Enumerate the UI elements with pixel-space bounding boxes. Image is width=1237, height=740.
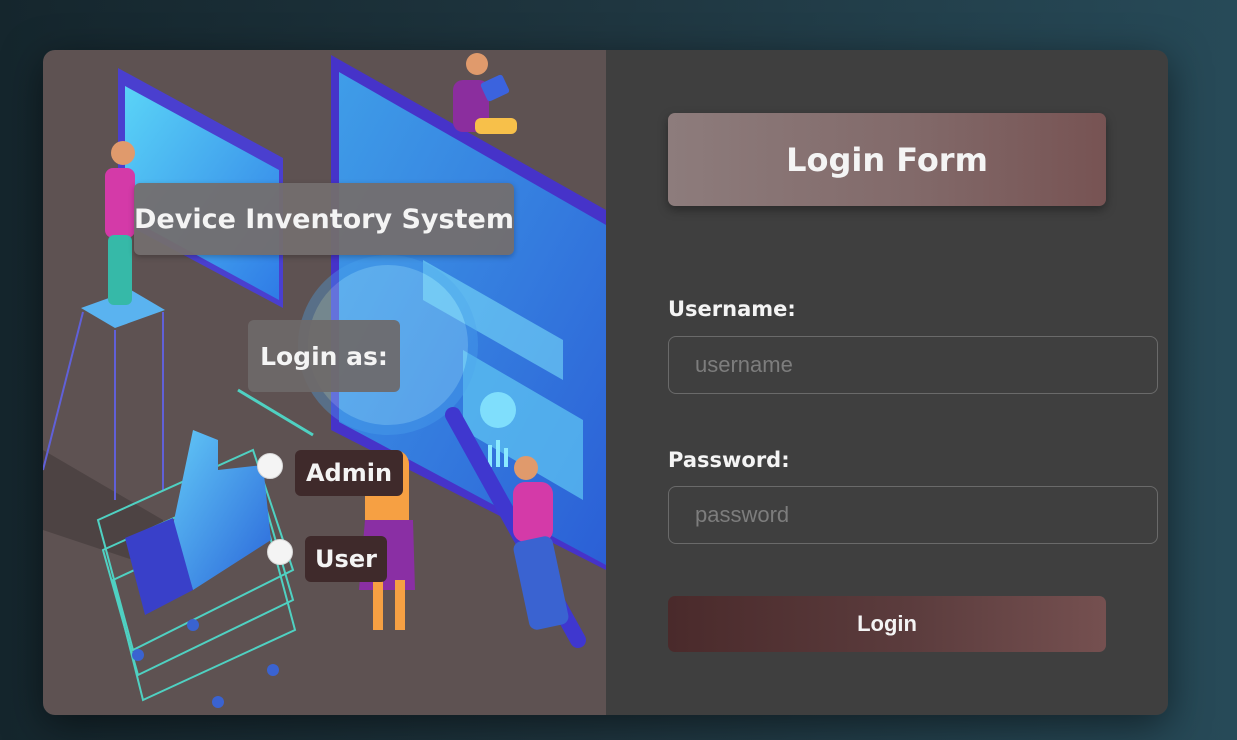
form-title: Login Form bbox=[668, 113, 1106, 206]
login-form-panel: Login Form Username: Password: Login bbox=[606, 50, 1168, 715]
login-card: Device Inventory System Login as: Admin … bbox=[43, 50, 1168, 715]
password-label: Password: bbox=[668, 448, 790, 472]
password-input[interactable] bbox=[668, 486, 1158, 544]
login-button[interactable]: Login bbox=[668, 596, 1106, 652]
user-role-label[interactable]: User bbox=[305, 536, 387, 582]
login-as-label: Login as: bbox=[248, 320, 400, 392]
illustration-panel: Device Inventory System Login as: Admin … bbox=[43, 50, 606, 715]
username-label: Username: bbox=[668, 297, 796, 321]
username-input[interactable] bbox=[668, 336, 1158, 394]
app-title: Device Inventory System bbox=[134, 183, 514, 255]
user-radio[interactable] bbox=[267, 539, 293, 565]
admin-role-label[interactable]: Admin bbox=[295, 450, 403, 496]
admin-radio[interactable] bbox=[257, 453, 283, 479]
